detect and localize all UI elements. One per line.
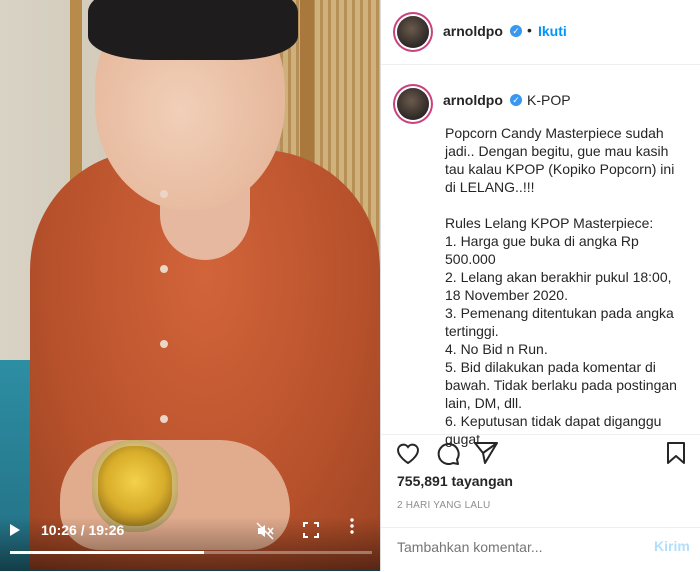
post-date[interactable]: 2 HARI YANG LALU: [397, 500, 490, 511]
mute-icon[interactable]: [256, 522, 274, 543]
video-player[interactable]: 10:26 / 19:26: [0, 0, 380, 571]
avatar[interactable]: [397, 88, 429, 120]
background-frame: [70, 0, 82, 200]
more-icon[interactable]: [350, 518, 354, 537]
view-count[interactable]: 755,891 tayangan: [397, 473, 513, 489]
person-hair: [88, 0, 298, 60]
video-time: 10:26 / 19:26: [41, 522, 125, 538]
caption-text: Popcorn Candy Masterpiece sudah jadi.. D…: [445, 125, 677, 447]
bookmark-icon[interactable]: [665, 441, 687, 470]
video-progress-fill: [10, 551, 205, 554]
verified-icon: ✓: [510, 94, 522, 106]
heart-icon[interactable]: [395, 441, 421, 470]
caption-tag: K-POP: [527, 92, 571, 108]
shirt-button: [160, 265, 168, 273]
post-panel: arnoldpo ✓ • Ikuti arnoldpo ✓ K-POP Popc…: [380, 0, 700, 571]
shirt-buttons: [160, 180, 168, 440]
verified-icon: ✓: [510, 25, 522, 37]
play-icon[interactable]: [10, 524, 20, 536]
comment-input[interactable]: [397, 539, 627, 555]
shirt-button: [160, 340, 168, 348]
comment-icon[interactable]: [435, 441, 461, 470]
avatar[interactable]: [397, 16, 429, 48]
share-icon[interactable]: [473, 441, 499, 470]
separator-dot: •: [527, 22, 532, 38]
fullscreen-icon[interactable]: [303, 522, 319, 541]
shirt-button: [160, 415, 168, 423]
shirt-button: [160, 190, 168, 198]
follow-button[interactable]: Ikuti: [538, 23, 567, 39]
video-progress-track[interactable]: [10, 551, 372, 554]
send-button[interactable]: Kirim: [654, 538, 690, 554]
username[interactable]: arnoldpo: [443, 23, 503, 39]
caption-username[interactable]: arnoldpo: [443, 92, 503, 108]
post-header: arnoldpo ✓ • Ikuti: [381, 0, 700, 65]
